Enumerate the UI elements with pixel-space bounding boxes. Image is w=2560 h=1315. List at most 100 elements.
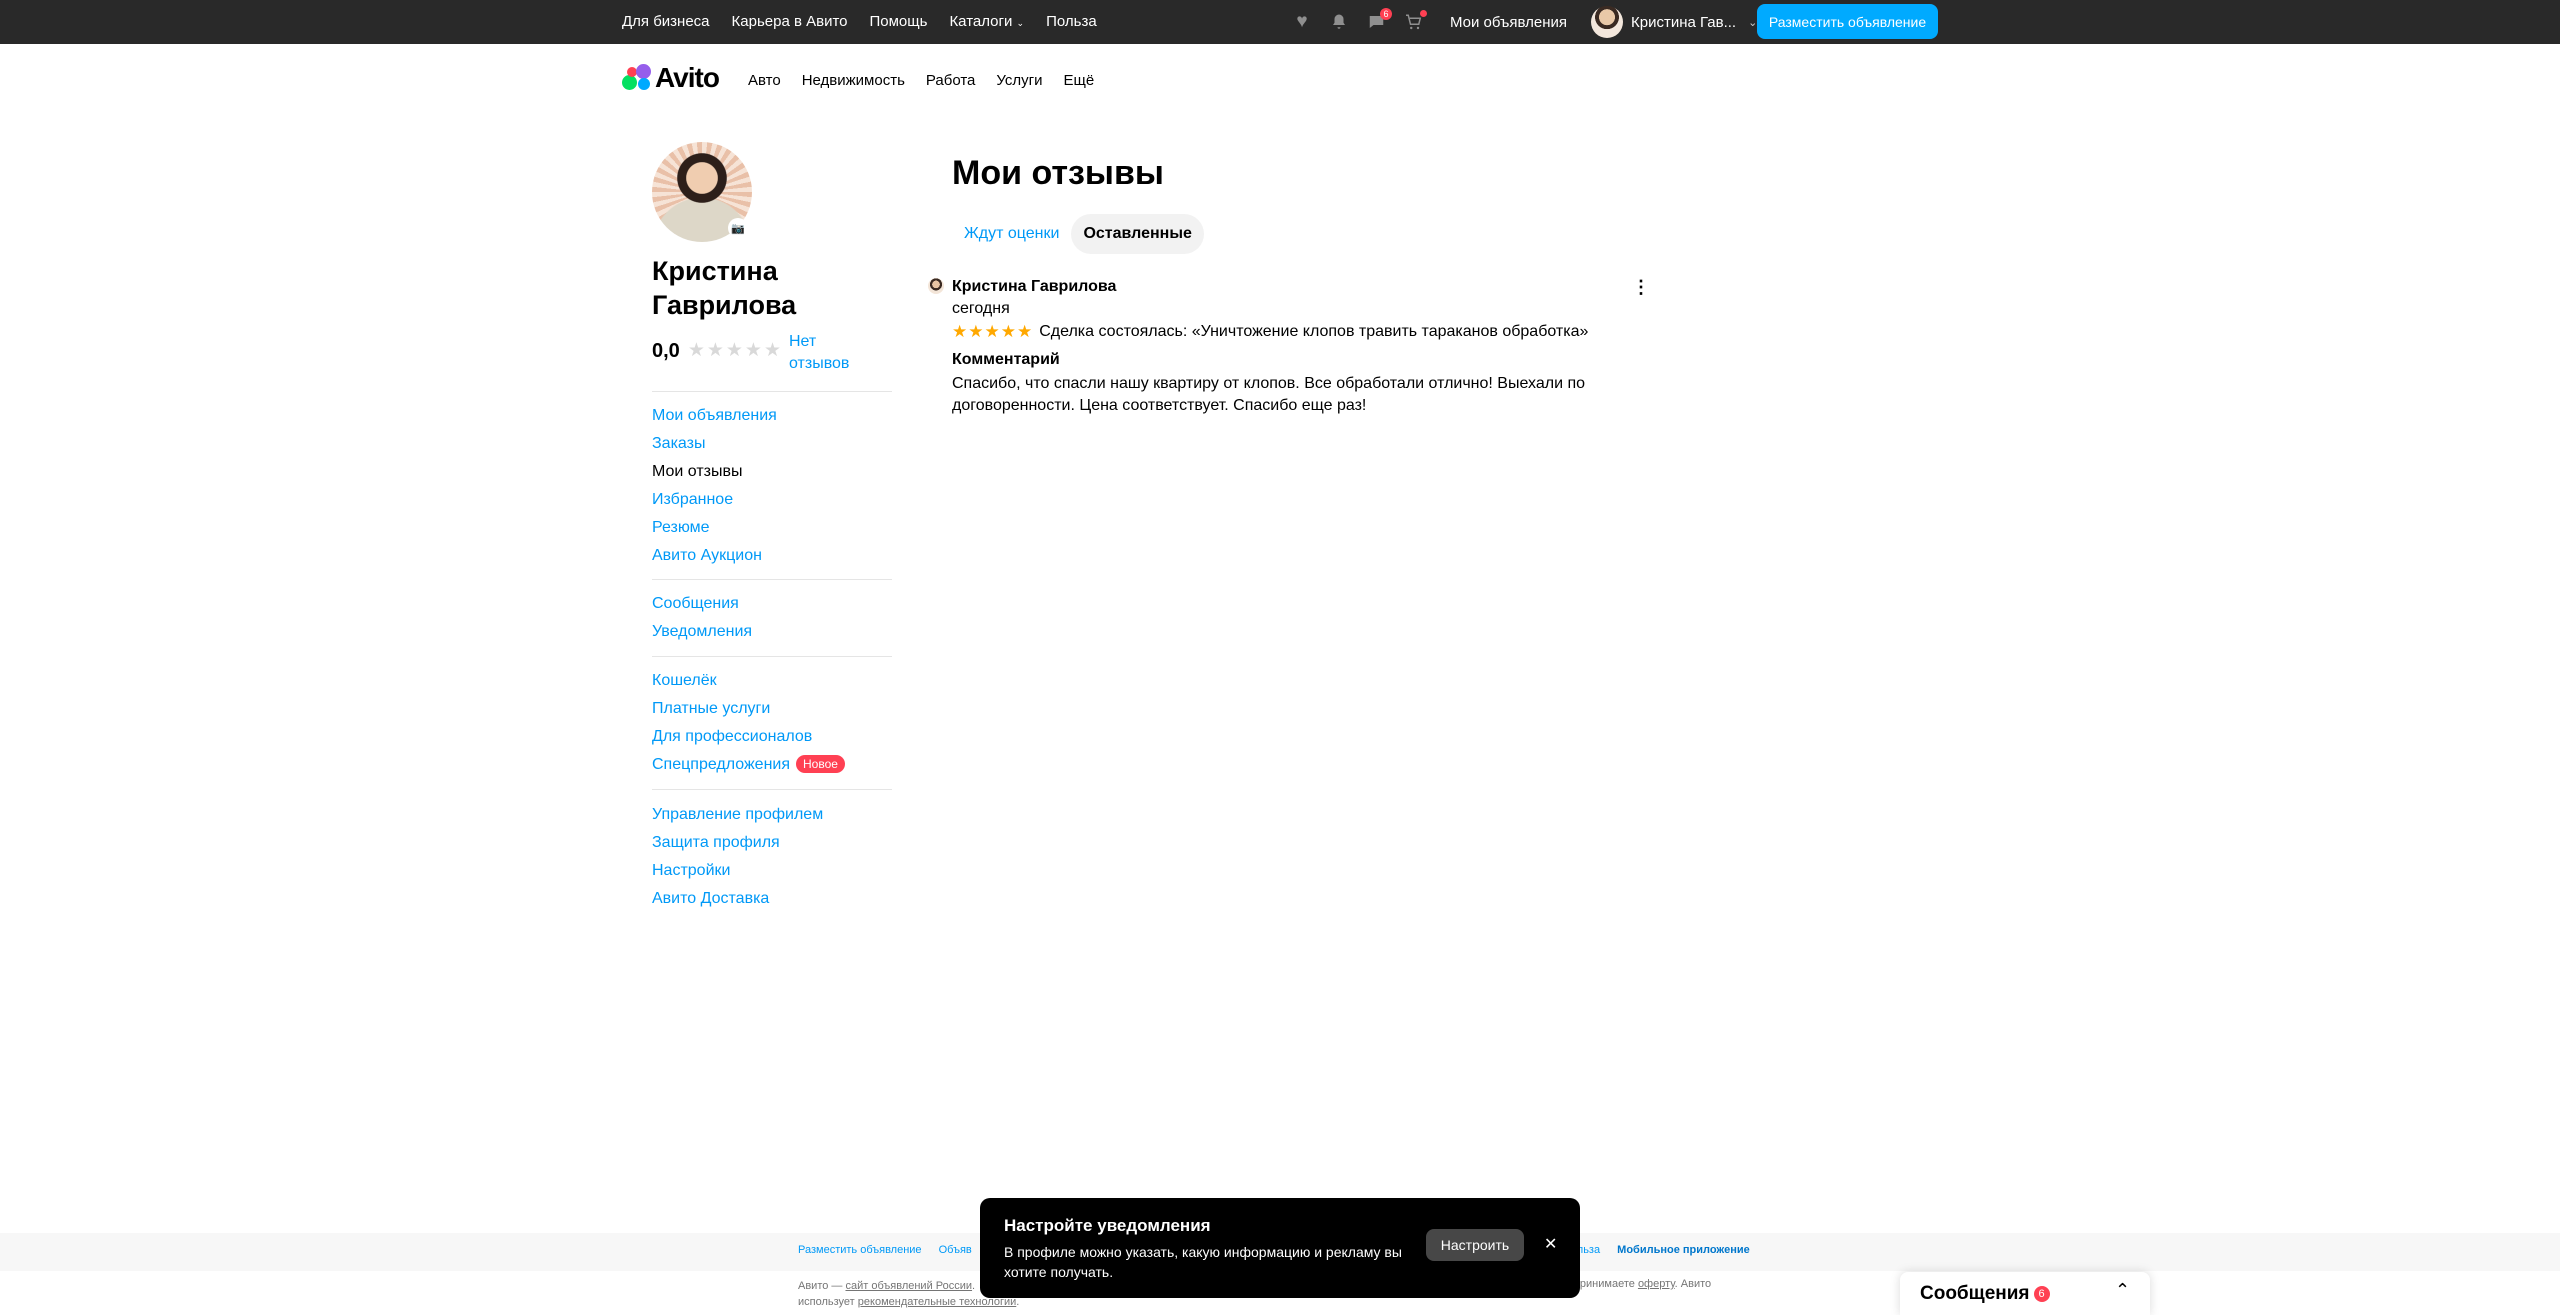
messages-widget-title: Сообщения 6 <box>1920 1283 2050 1305</box>
sidebar-item-wallet[interactable]: Кошелёк <box>652 667 845 695</box>
logo-dot-purple <box>636 64 651 79</box>
top-link-catalogs[interactable]: Каталоги ⌄ <box>949 13 1024 30</box>
more-options-icon[interactable]: ⋮ <box>1632 278 1650 296</box>
main-nav: Авто Недвижимость Работа Услуги Ещё <box>748 72 1115 89</box>
footer-copy-dot: . <box>972 1280 976 1292</box>
top-actions: ♥ 6 Мои объявления Кристина Гав... ⌄ <box>1290 0 1757 44</box>
tab-left[interactable]: Оставленные <box>1071 214 1204 254</box>
divider <box>652 789 892 790</box>
post-ad-button[interactable]: Разместить объявление <box>1757 4 1938 39</box>
rating-stars-icon: ★★★★★ <box>952 322 1034 341</box>
chevron-up-icon[interactable]: ⌃ <box>2115 1280 2130 1301</box>
review-deal-text: Сделка состоялась: «Уничтожение клопов т… <box>1039 323 1589 340</box>
messages-widget[interactable]: Сообщения 6 ⌃ <box>1900 1272 2150 1315</box>
logo-dot-green <box>622 75 637 90</box>
top-link-business[interactable]: Для бизнеса <box>622 13 710 30</box>
sidebar-group-messages: Сообщения Уведомления <box>652 590 752 646</box>
footer-link-offer[interactable]: оферту <box>1638 1278 1675 1290</box>
nav-auto[interactable]: Авто <box>748 72 781 89</box>
chevron-down-icon: ⌄ <box>1016 18 1025 28</box>
sidebar-item-offers-label: Спецпредложения <box>652 756 790 773</box>
top-link-catalogs-label: Каталоги <box>949 13 1013 30</box>
profile-rating: 0,0 ★★★★★ Нет отзывов <box>652 331 859 375</box>
top-my-ads-link[interactable]: Мои объявления <box>1450 14 1567 31</box>
bell-icon <box>1333 14 1345 29</box>
sidebar-item-profile-protection[interactable]: Защита профиля <box>652 829 823 857</box>
camera-icon[interactable]: 📷 <box>728 218 748 238</box>
nav-services[interactable]: Услуги <box>996 72 1042 89</box>
user-name: Кристина Гав... <box>1631 13 1737 31</box>
review-deal-line: ★★★★★ Сделка состоялась: «Уничтожение кл… <box>952 322 1588 342</box>
nav-jobs[interactable]: Работа <box>926 72 976 89</box>
nav-realty[interactable]: Недвижимость <box>802 72 905 89</box>
sidebar-item-paid-services[interactable]: Платные услуги <box>652 695 845 723</box>
new-badge: Новое <box>796 755 845 773</box>
avatar <box>928 278 944 294</box>
footer-link-site[interactable]: сайт объявлений России <box>845 1280 972 1292</box>
cart-icon[interactable] <box>1401 10 1427 34</box>
cart-dot <box>1420 10 1427 17</box>
rating-value: 0,0 <box>652 340 680 362</box>
user-menu[interactable]: Кристина Гав... ⌄ <box>1591 6 1757 38</box>
configure-button[interactable]: Настроить <box>1426 1229 1524 1261</box>
rating-stars-icon: ★★★★★ <box>687 340 783 361</box>
sidebar-item-settings[interactable]: Настройки <box>652 857 823 885</box>
comment-text: Спасибо, что спасли нашу квартиру от кло… <box>952 375 1586 414</box>
footer-offer-tail: . Авито <box>1674 1278 1712 1290</box>
comment-heading: Комментарий <box>952 351 1060 368</box>
sidebar-item-orders[interactable]: Заказы <box>652 430 777 458</box>
tab-awaiting[interactable]: Ждут оценки <box>952 214 1071 254</box>
notifications-bell-icon[interactable] <box>1327 10 1351 34</box>
footer-copy-text: Авито — <box>798 1280 843 1292</box>
logo-dots-icon <box>622 64 652 92</box>
notification-popup: Настройте уведомления В профиле можно ук… <box>980 1198 1580 1298</box>
sidebar-item-delivery[interactable]: Авито Доставка <box>652 885 823 913</box>
messages-chat-icon[interactable]: 6 <box>1364 8 1392 34</box>
sidebar-group-wallet: Кошелёк Платные услуги Для профессионало… <box>652 667 845 779</box>
divider <box>652 391 892 392</box>
no-reviews-link[interactable]: Нет отзывов <box>789 331 859 375</box>
notification-text: В профиле можно указать, какую информаци… <box>1004 1244 1402 1280</box>
top-bar: Для бизнеса Карьера в Авито Помощь Катал… <box>0 0 2560 44</box>
page-title: Мои отзывы <box>952 154 1164 192</box>
sidebar-item-offers[interactable]: Спецпредложения Новое <box>652 751 845 779</box>
footer-copy-text: использует <box>798 1296 855 1308</box>
logo-text: Avito <box>655 62 720 93</box>
messages-widget-badge: 6 <box>2033 1286 2050 1302</box>
top-link-career[interactable]: Карьера в Авито <box>732 13 848 30</box>
footer-link-post-ad[interactable]: Разместить объявление <box>798 1244 922 1256</box>
review-date: сегодня <box>952 300 1010 317</box>
sidebar-item-messages[interactable]: Сообщения <box>652 590 752 618</box>
sidebar-item-pros[interactable]: Для профессионалов <box>652 723 845 751</box>
footer-right-links: Польза Мобильное приложение <box>1563 1244 1750 1256</box>
divider <box>652 579 892 580</box>
sidebar-item-notifications[interactable]: Уведомления <box>652 618 752 646</box>
sidebar-item-auction[interactable]: Авито Аукцион <box>652 542 777 570</box>
messages-count-badge: 6 <box>1380 8 1392 20</box>
review-author[interactable]: Кристина Гаврилова <box>952 278 1116 296</box>
footer-link-mobile-app[interactable]: Мобильное приложение <box>1617 1244 1750 1256</box>
sidebar-item-my-ads[interactable]: Мои объявления <box>652 402 777 430</box>
nav-more[interactable]: Ещё <box>1064 72 1095 89</box>
chevron-down-icon: ⌄ <box>1748 16 1758 29</box>
profile-name: Кристина Гаврилова <box>652 256 797 320</box>
notification-title: Настройте уведомления <box>1004 1216 1211 1235</box>
divider <box>652 656 892 657</box>
favorites-heart-icon[interactable]: ♥ <box>1290 10 1314 34</box>
top-link-benefit[interactable]: Польза <box>1046 13 1097 30</box>
sidebar-group-profile: Управление профилем Защита профиля Настр… <box>652 801 823 913</box>
sidebar-item-favorites[interactable]: Избранное <box>652 486 777 514</box>
sidebar-item-resume[interactable]: Резюме <box>652 514 777 542</box>
sidebar-item-profile-management[interactable]: Управление профилем <box>652 801 823 829</box>
sidebar-group-main: Мои объявления Заказы Мои отзывы Избранн… <box>652 402 777 570</box>
sidebar-item-my-reviews[interactable]: Мои отзывы <box>652 458 777 486</box>
avito-logo[interactable]: Avito <box>622 62 720 94</box>
top-links: Для бизнеса Карьера в Авито Помощь Катал… <box>622 13 1119 30</box>
close-icon[interactable]: ✕ <box>1544 1234 1557 1254</box>
review-tabs: Ждут оценки Оставленные <box>952 214 1204 254</box>
messages-widget-label: Сообщения <box>1920 1283 2030 1304</box>
avatar <box>1591 6 1623 38</box>
top-link-help[interactable]: Помощь <box>870 13 928 30</box>
footer-link-ads[interactable]: Объяв <box>939 1244 972 1256</box>
logo-dot-blue <box>638 78 650 90</box>
